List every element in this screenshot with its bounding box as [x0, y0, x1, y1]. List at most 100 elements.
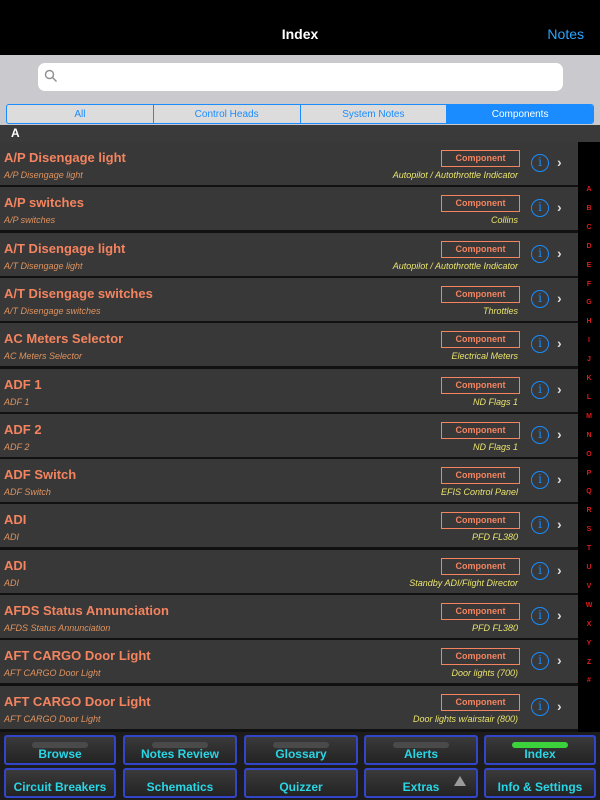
index-letter[interactable]: # — [578, 677, 600, 684]
index-letter[interactable]: Y — [578, 640, 600, 647]
index-letter[interactable]: O — [578, 451, 600, 458]
search-icon — [44, 69, 57, 82]
item-category: Collins — [490, 215, 518, 226]
type-badge: Component — [441, 467, 520, 485]
list-item[interactable]: AFT CARGO Door Light AFT CARGO Door Light… — [0, 685, 578, 729]
info-icon[interactable]: i — [531, 335, 549, 354]
tab-quizzer[interactable]: Quizzer — [244, 768, 358, 798]
tab-bar: Browse Notes Review Glossary Alerts Inde… — [0, 732, 600, 800]
list-item[interactable]: A/T Disengage switches A/T Disengage swit… — [0, 277, 578, 321]
item-title: AC Meters Selector — [4, 331, 124, 347]
index-letter[interactable]: S — [578, 526, 600, 533]
type-badge: Component — [441, 421, 520, 439]
list-item[interactable]: A/T Disengage light A/T Disengage light Co… — [0, 232, 578, 276]
index-letter[interactable]: W — [578, 602, 600, 609]
tab-schematics[interactable]: Schematics — [123, 768, 237, 798]
tab-alerts[interactable]: Alerts — [364, 735, 478, 765]
list-item[interactable]: A/P Disengage light A/P Disengage light Co… — [0, 142, 578, 185]
info-icon[interactable]: i — [531, 607, 549, 625]
index-letter[interactable]: V — [578, 583, 600, 590]
tab-extras[interactable]: Extras — [364, 768, 478, 798]
type-badge: Component — [441, 331, 520, 349]
info-icon[interactable]: i — [531, 516, 549, 535]
page-title: Index — [281, 26, 319, 42]
item-subtitle: A/T Disengage switches — [4, 305, 101, 316]
segmented-control: All Control Heads System Notes Component… — [6, 104, 594, 124]
tab-label: Info & Settings — [497, 780, 583, 794]
chevron-right-icon: › — [557, 289, 562, 306]
type-badge: Component — [441, 512, 520, 530]
list-item[interactable]: AFDS Status Annunciation AFDS Status Annu… — [0, 595, 578, 638]
chevron-right-icon: › — [557, 561, 562, 578]
tab-glossary[interactable]: Glossary — [244, 735, 358, 765]
tab-label: Quizzer — [279, 780, 323, 794]
tab-browse[interactable]: Browse — [4, 735, 116, 765]
type-badge: Component — [441, 195, 520, 213]
type-badge: Component — [441, 648, 520, 666]
index-letter[interactable]: B — [578, 205, 600, 212]
list-item[interactable]: AC Meters Selector AC Meters Selector Comp… — [0, 323, 578, 367]
list-item[interactable]: ADI ADI Component Standby ADI/Flight Direct… — [0, 549, 578, 593]
section-header: A — [0, 125, 600, 142]
info-icon[interactable]: i — [531, 697, 549, 716]
info-icon[interactable]: i — [531, 380, 549, 399]
list-item[interactable]: AFT CARGO Door Light AFT CARGO Door Light… — [0, 640, 578, 684]
index-letter[interactable]: Q — [578, 488, 600, 495]
info-icon[interactable]: i — [531, 199, 549, 218]
info-icon[interactable]: i — [531, 652, 549, 671]
info-icon[interactable]: i — [531, 244, 549, 263]
index-letter[interactable]: Z — [578, 659, 600, 666]
notes-button[interactable]: Notes — [547, 26, 584, 42]
item-category: PFD FL380 — [471, 623, 518, 633]
index-letter[interactable]: J — [578, 356, 600, 363]
tab-label: Circuit Breakers — [13, 780, 107, 794]
component-list: A/P Disengage light A/P Disengage light Co… — [0, 142, 578, 732]
info-icon[interactable]: i — [531, 154, 549, 172]
index-letter[interactable]: R — [578, 507, 600, 514]
tab-circuit-breakers[interactable]: Circuit Breakers — [4, 768, 116, 798]
list-item[interactable]: ADF Switch ADF Switch Component EFIS Contro… — [0, 459, 578, 503]
index-letter[interactable]: C — [578, 224, 600, 231]
section-index-bar[interactable]: A B C D E F G H I J K L M N O P Q R S T U V W X Y Z # — [578, 142, 600, 732]
segment-system-notes[interactable]: System Notes — [301, 105, 448, 123]
index-letter[interactable]: M — [578, 413, 600, 420]
index-letter[interactable]: K — [578, 375, 600, 382]
tab-index[interactable]: Index — [484, 735, 596, 765]
index-letter[interactable]: T — [578, 545, 600, 552]
info-icon[interactable]: i — [531, 471, 549, 490]
item-category: Throttles — [482, 305, 518, 316]
index-letter[interactable]: G — [578, 299, 600, 306]
chevron-right-icon: › — [557, 516, 562, 533]
index-letter[interactable]: A — [578, 186, 600, 193]
index-letter[interactable]: I — [578, 337, 600, 344]
segment-all[interactable]: All — [7, 105, 154, 123]
list-item[interactable]: ADI ADI Component PFD FL380 i › — [0, 504, 578, 548]
item-title: ADI — [4, 512, 27, 528]
info-icon[interactable]: i — [531, 425, 549, 444]
info-icon[interactable]: i — [531, 561, 549, 580]
scope-bar: All Control Heads System Notes Component… — [0, 100, 600, 125]
index-letter[interactable]: H — [578, 318, 600, 325]
index-letter[interactable]: X — [578, 621, 600, 628]
chevron-right-icon: › — [557, 244, 562, 261]
index-letter[interactable]: L — [578, 394, 600, 401]
item-category: Door lights (700) — [451, 668, 518, 679]
search-input[interactable] — [38, 63, 563, 91]
tab-notes-review[interactable]: Notes Review — [123, 735, 237, 765]
index-letter[interactable]: E — [578, 262, 600, 269]
index-letter[interactable]: U — [578, 564, 600, 571]
list-item[interactable]: A/P switches A/P switches Component Collins… — [0, 187, 578, 231]
index-letter[interactable]: F — [578, 281, 600, 288]
index-letter[interactable]: D — [578, 243, 600, 250]
item-title: A/P switches — [4, 195, 84, 211]
item-title: AFT CARGO Door Light — [4, 693, 151, 709]
index-letter[interactable]: P — [578, 470, 600, 477]
segment-components[interactable]: Components — [447, 105, 593, 123]
index-letter[interactable]: N — [578, 432, 600, 439]
tab-info-settings[interactable]: Info & Settings — [484, 768, 596, 798]
segment-control-heads[interactable]: Control Heads — [154, 105, 301, 123]
list-item[interactable]: ADF 1 ADF 1 Component ND Flags 1 i › — [0, 368, 578, 412]
info-icon[interactable]: i — [531, 289, 549, 308]
tab-label: Index — [524, 747, 556, 761]
list-item[interactable]: ADF 2 ADF 2 Component ND Flags 1 i › — [0, 413, 578, 457]
